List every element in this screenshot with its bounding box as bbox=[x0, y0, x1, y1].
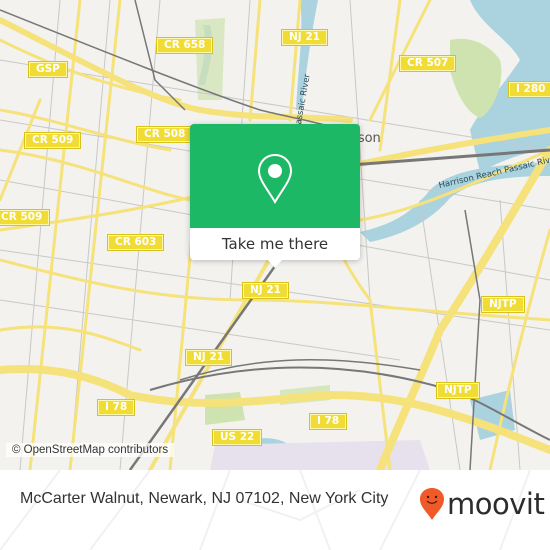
map-pin-icon bbox=[257, 153, 293, 204]
road-shield-gsp: GSP bbox=[28, 61, 68, 78]
map-attribution[interactable]: © OpenStreetMap contributors bbox=[6, 443, 175, 457]
road-shield-nj-21: NJ 21 bbox=[281, 29, 328, 46]
road-shield-us-22: US 22 bbox=[211, 429, 263, 446]
park-south bbox=[205, 392, 245, 425]
road-shield-cr-509-west: CR 509 bbox=[0, 209, 51, 226]
moovit-pin-icon bbox=[420, 488, 444, 520]
popup-header[interactable] bbox=[190, 124, 360, 228]
road-shield-i-78-east: I 78 bbox=[308, 413, 348, 430]
road-shield-njtp-south: NJTP bbox=[436, 382, 480, 399]
moovit-wordmark: moovit bbox=[447, 487, 545, 521]
footer: McCarter Walnut, Newark, NJ 07102, New Y… bbox=[0, 470, 550, 550]
road-shield-njtp: NJTP bbox=[481, 296, 525, 313]
road-shield-cr-508: CR 508 bbox=[135, 126, 194, 143]
stop-address: McCarter Walnut, Newark, NJ 07102, New Y… bbox=[20, 490, 389, 507]
road-shield-cr-509: CR 509 bbox=[23, 132, 82, 149]
road-shield-cr-507: CR 507 bbox=[398, 55, 457, 72]
map-view[interactable]: CR 658 NJ 21 CR 507 GSP I 280 CR 509 CR … bbox=[0, 0, 550, 470]
road-shield-i-78-west: I 78 bbox=[96, 399, 136, 416]
popup-pointer bbox=[268, 260, 282, 268]
road-shield-cr-658: CR 658 bbox=[155, 37, 214, 54]
road-shield-cr-603: CR 603 bbox=[106, 234, 165, 251]
road-shield-nj-21-south: NJ 21 bbox=[185, 349, 232, 366]
take-me-there-button[interactable]: Take me there bbox=[190, 228, 360, 260]
road-shield-nj-21-center: NJ 21 bbox=[242, 282, 289, 299]
road-shield-i-280: I 280 bbox=[507, 81, 550, 98]
location-popup: Take me there bbox=[190, 124, 360, 268]
